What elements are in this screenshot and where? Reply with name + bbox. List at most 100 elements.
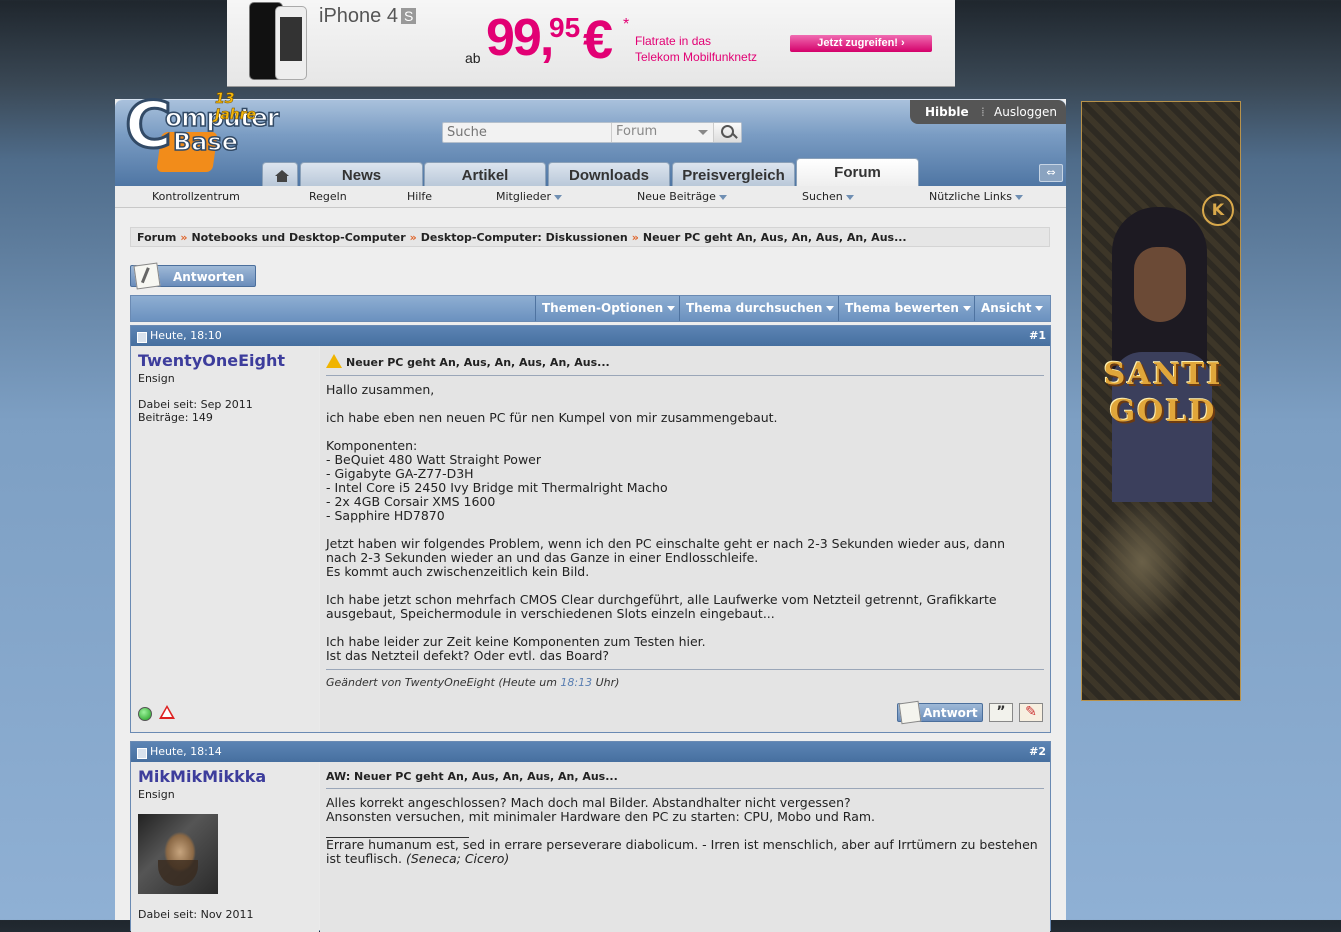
sub-nav: Kontrollzentrum Regeln Hilfe Mitglieder … [115, 186, 1066, 208]
current-user-link[interactable]: Hibble [925, 105, 969, 119]
chevron-down-icon [962, 306, 971, 311]
post: Heute, 18:10 #1 TwentyOneEight Ensign Da… [130, 325, 1051, 733]
post-icon [137, 748, 147, 759]
quote-icon[interactable]: ” [989, 703, 1013, 722]
tab-artikel[interactable]: Artikel [424, 162, 546, 187]
view-menu[interactable]: Ansicht [974, 296, 1050, 321]
post-permalink[interactable]: #2 [1029, 742, 1046, 762]
post-header: Heute, 18:14 #2 [131, 742, 1050, 762]
subnav-suchen[interactable]: Suchen [802, 190, 854, 203]
ad-tagline: Telekom Mobilfunknetz [635, 50, 758, 64]
post-date: Heute, 18:14 [150, 745, 222, 758]
ad-price-prefix: ab [465, 50, 481, 66]
post-username[interactable]: MikMikMikkka [138, 767, 266, 786]
multi-quote-icon[interactable]: ✎ [1019, 703, 1043, 722]
post-content: AW: Neuer PC geht An, Aus, An, Aus, An, … [320, 762, 1050, 932]
ad-badge-icon: K [1202, 194, 1234, 226]
breadcrumb-item[interactable]: Notebooks und Desktop-Computer [191, 231, 405, 244]
chevron-down-icon [1035, 306, 1044, 311]
search-input[interactable] [443, 123, 611, 142]
chevron-down-icon [697, 130, 708, 135]
divider [326, 375, 1044, 376]
expand-width-icon[interactable]: ⇔ [1039, 164, 1063, 182]
ad-currency: € [583, 10, 614, 70]
ad-portrait-face [1134, 247, 1186, 322]
user-rank: Ensign [138, 372, 175, 385]
ad-product: iPhone 4 [319, 5, 398, 27]
post-reply-button[interactable]: Antwort [897, 700, 983, 725]
search-box: Forum [442, 122, 742, 143]
post-title: AW: Neuer PC geht An, Aus, An, Aus, An, … [326, 770, 618, 783]
divider [326, 669, 1044, 670]
thread-tools-bar: Themen-Optionen Thema durchsuchen Thema … [130, 295, 1051, 322]
avatar[interactable] [138, 814, 218, 894]
side-ad-banner[interactable]: K SANTI GOLD [1081, 101, 1241, 701]
post-header: Heute, 18:10 #1 [131, 326, 1050, 346]
search-thread-menu[interactable]: Thema durchsuchen [679, 296, 839, 321]
search-scope-select[interactable]: Forum [611, 123, 713, 142]
rate-thread-menu[interactable]: Thema bewerten [838, 296, 975, 321]
breadcrumb: Forum» Notebooks und Desktop-Computer» Des… [130, 227, 1050, 247]
online-status-icon [138, 707, 152, 721]
site-logo[interactable]: C omputer Base 13 Jahre [124, 91, 280, 182]
post: Heute, 18:14 #2 MikMikMikkka Ensign Dabe… [130, 741, 1051, 932]
breadcrumb-separator: » [409, 231, 417, 244]
chevron-down-icon [826, 306, 835, 311]
search-icon [720, 125, 734, 138]
report-post-icon[interactable] [159, 705, 175, 719]
ad-tagline: Flatrate in das [635, 34, 712, 48]
post-username[interactable]: TwentyOneEight [138, 351, 285, 370]
tab-downloads[interactable]: Downloads [548, 162, 670, 187]
tab-preisvergleich[interactable]: Preisvergleich [672, 162, 795, 187]
phone-image-icon [275, 6, 307, 80]
post-edit-note: Geändert von TwentyOneEight (Heute um 18… [326, 676, 620, 689]
ad-price-cents: 95 [549, 12, 581, 43]
reply-thread-button[interactable]: Antworten [130, 262, 256, 290]
logo-b: B [172, 127, 192, 157]
user-joined: Dabei seit: Nov 2011 [138, 908, 254, 921]
breadcrumb-separator: » [180, 231, 188, 244]
post-body-text: Alles korrekt angeschlossen? Mach doch m… [326, 795, 876, 824]
divider [326, 788, 1044, 789]
reply-thread-label: Antworten [173, 270, 245, 284]
subnav-hilfe[interactable]: Hilfe [407, 190, 432, 203]
breadcrumb-item[interactable]: Desktop-Computer: Diskussionen [421, 231, 628, 244]
user-bar: Hibble ⁞ Ausloggen [910, 100, 1066, 124]
breadcrumb-separator: » [631, 231, 639, 244]
post-date: Heute, 18:10 [150, 329, 222, 342]
post-signature: Errare humanum est, sed in errare persev… [326, 837, 1038, 866]
logout-link[interactable]: Ausloggen [994, 105, 1057, 119]
site-header: C omputer Base 13 Jahre Forum Hibble ⁞ A… [115, 91, 1066, 187]
top-ad-banner[interactable]: iPhone 4 S ab 99, 95 € * Flatrate in das… [227, 0, 955, 87]
subnav-mitglieder[interactable]: Mitglieder [496, 190, 562, 203]
tab-news[interactable]: News [300, 162, 423, 187]
chevron-down-icon [554, 194, 562, 200]
ad-cta-button[interactable]: Jetzt zugreifen! › [790, 35, 932, 52]
search-button[interactable] [712, 123, 741, 142]
post-icon [137, 332, 147, 343]
post-user-panel: MikMikMikkka Ensign Dabei seit: Nov 2011 [131, 762, 319, 932]
ad-title: SANTI [1103, 357, 1223, 392]
subnav-neue-beitraege[interactable]: Neue Beiträge [637, 190, 727, 203]
subnav-kontrollzentrum[interactable]: Kontrollzentrum [152, 190, 240, 203]
user-rank: Ensign [138, 788, 175, 801]
user-joined: Dabei seit: Sep 2011 [138, 398, 253, 411]
post-content: Neuer PC geht An, Aus, An, Aus, An, Aus.… [320, 346, 1050, 732]
notepad-icon [898, 700, 922, 725]
subnav-regeln[interactable]: Regeln [309, 190, 347, 203]
thread-options-menu[interactable]: Themen-Optionen [535, 296, 680, 321]
post-permalink[interactable]: #1 [1029, 326, 1046, 346]
search-scope-value: Forum [616, 124, 658, 139]
tab-home[interactable] [262, 162, 298, 187]
logo-text: Base [172, 127, 239, 157]
warning-icon [326, 354, 342, 368]
breadcrumb-item[interactable]: Forum [137, 231, 176, 244]
page-container: C omputer Base 13 Jahre Forum Hibble ⁞ A… [115, 91, 1066, 932]
user-post-count: Beiträge: 149 [138, 411, 213, 424]
breadcrumb-current[interactable]: Neuer PC geht An, Aus, An, Aus, An, Aus.… [643, 231, 907, 244]
subnav-nuetzliche-links[interactable]: Nützliche Links [929, 190, 1023, 203]
logo-text-rest: ase [191, 127, 239, 157]
ad-title: GOLD [1109, 394, 1217, 429]
tab-forum[interactable]: Forum [796, 158, 919, 187]
post-title: Neuer PC geht An, Aus, An, Aus, An, Aus.… [326, 354, 610, 369]
